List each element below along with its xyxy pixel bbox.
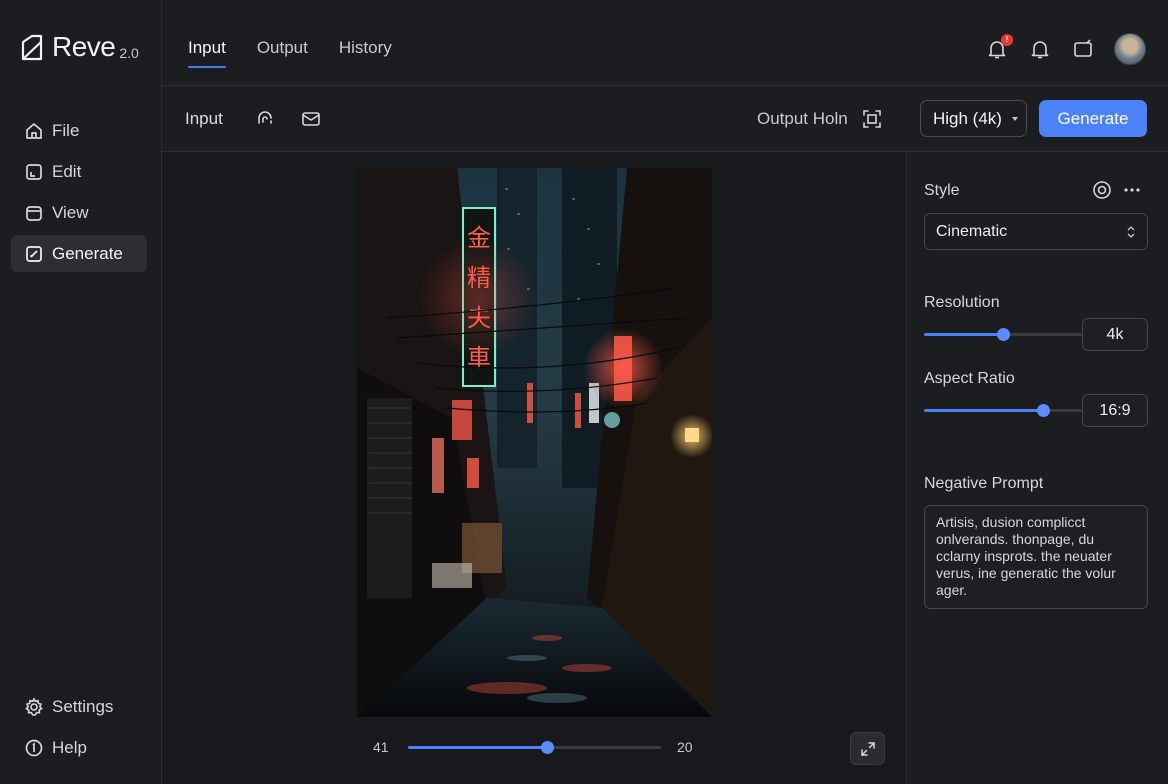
expand-icon xyxy=(860,741,876,757)
home-icon xyxy=(24,121,44,141)
sidebar-item-view[interactable]: View xyxy=(11,194,147,231)
app-name: Reve xyxy=(52,31,116,62)
settings-panel: Style Cinematic Resolution 4k Aspect Rat… xyxy=(906,152,1168,784)
style-select[interactable]: Cinematic xyxy=(924,213,1148,250)
resolution-label: Resolution xyxy=(924,294,1000,311)
sidebar-item-label: Settings xyxy=(52,696,114,716)
sidebar-item-label: Edit xyxy=(52,161,82,181)
aspect-ratio-slider-fill xyxy=(924,409,1043,412)
resolution-slider[interactable] xyxy=(924,328,1082,341)
more-options-icon[interactable] xyxy=(1122,180,1142,200)
gear-icon xyxy=(24,696,44,717)
quality-select[interactable]: High (4k) xyxy=(920,100,1027,137)
notification-badge: ! xyxy=(1001,34,1013,46)
sidebar-nav: File Edit View Generate xyxy=(11,112,147,276)
aspect-ratio-slider[interactable] xyxy=(924,404,1082,417)
style-value: Cinematic xyxy=(936,222,1008,240)
zoom-control: 41 20 xyxy=(162,737,906,757)
app-logo[interactable]: Reve 2.0 xyxy=(20,32,139,62)
quality-value: High (4k) xyxy=(933,108,1002,128)
link-icon[interactable] xyxy=(254,108,276,130)
aspect-ratio-slider-thumb[interactable] xyxy=(1036,404,1050,417)
sidebar-item-settings[interactable]: Settings xyxy=(11,688,147,725)
sidebar-item-edit[interactable]: Edit xyxy=(11,153,147,190)
sidebar-item-label: Generate xyxy=(52,243,123,263)
chevron-down-icon xyxy=(1012,117,1018,121)
sidebar-item-label: Help xyxy=(52,737,87,757)
reve-logo-icon xyxy=(20,34,44,62)
sidebar-item-label: File xyxy=(52,120,80,140)
app-version: 2.0 xyxy=(119,45,139,61)
user-avatar[interactable] xyxy=(1114,33,1146,65)
notification-bell-icon[interactable]: ! xyxy=(986,34,1013,60)
preview-image: 金 精 夫 車 xyxy=(357,168,712,717)
generate-button[interactable]: Generate xyxy=(1039,100,1147,137)
zoom-slider-fill xyxy=(408,746,548,749)
resolution-slider-thumb[interactable] xyxy=(997,328,1010,341)
top-icons: ! xyxy=(965,33,1146,65)
zoom-max-label: 20 xyxy=(677,739,693,755)
style-label: Style xyxy=(924,182,960,199)
alley-scene: 金 精 夫 車 xyxy=(357,168,712,717)
sidebar-item-label: View xyxy=(52,202,89,222)
tab-output[interactable]: Output xyxy=(257,38,308,68)
negative-prompt-input[interactable]: Artisis, dusion complicct onlverands. th… xyxy=(924,505,1148,609)
sidebar-item-generate[interactable]: Generate xyxy=(11,235,147,272)
resolution-slider-fill xyxy=(924,333,1003,336)
fullscreen-button[interactable] xyxy=(850,732,885,765)
generate-icon xyxy=(24,244,44,264)
toolbar: Input Output Holn High (4k) Generate xyxy=(162,86,1168,152)
sidebar-bottom-nav: Settings Help xyxy=(11,688,147,770)
zoom-slider-thumb[interactable] xyxy=(541,741,555,754)
crop-frame-icon[interactable] xyxy=(861,108,883,130)
canvas-area: 金 精 夫 車 41 20 xyxy=(162,152,906,784)
sidebar-item-file[interactable]: File xyxy=(11,112,147,149)
sidebar-item-help[interactable]: Help xyxy=(11,729,147,766)
negative-prompt-label: Negative Prompt xyxy=(924,475,1044,492)
updown-chevron-icon xyxy=(1127,225,1135,239)
zoom-min-label: 41 xyxy=(373,739,389,755)
aspect-ratio-label: Aspect Ratio xyxy=(924,370,1015,387)
zoom-slider[interactable] xyxy=(408,741,661,754)
aspect-ratio-value[interactable]: 16:9 xyxy=(1082,394,1148,427)
top-bar: Input Output History ! xyxy=(162,0,1168,86)
view-icon xyxy=(24,203,44,223)
bell-icon[interactable] xyxy=(1029,38,1051,60)
tab-history[interactable]: History xyxy=(339,38,392,68)
help-icon xyxy=(24,738,44,758)
mail-icon[interactable] xyxy=(300,108,322,130)
main-tabs: Input Output History xyxy=(188,38,423,68)
target-icon[interactable] xyxy=(1092,180,1112,200)
resolution-value[interactable]: 4k xyxy=(1082,318,1148,351)
edit-icon xyxy=(24,162,44,182)
window-icon[interactable] xyxy=(1072,38,1094,60)
output-hold-label: Output Holn xyxy=(757,109,848,128)
tab-input[interactable]: Input xyxy=(188,38,226,68)
sidebar: Reve 2.0 File Edit View Generate Setting… xyxy=(0,0,162,784)
input-label: Input xyxy=(185,109,223,128)
